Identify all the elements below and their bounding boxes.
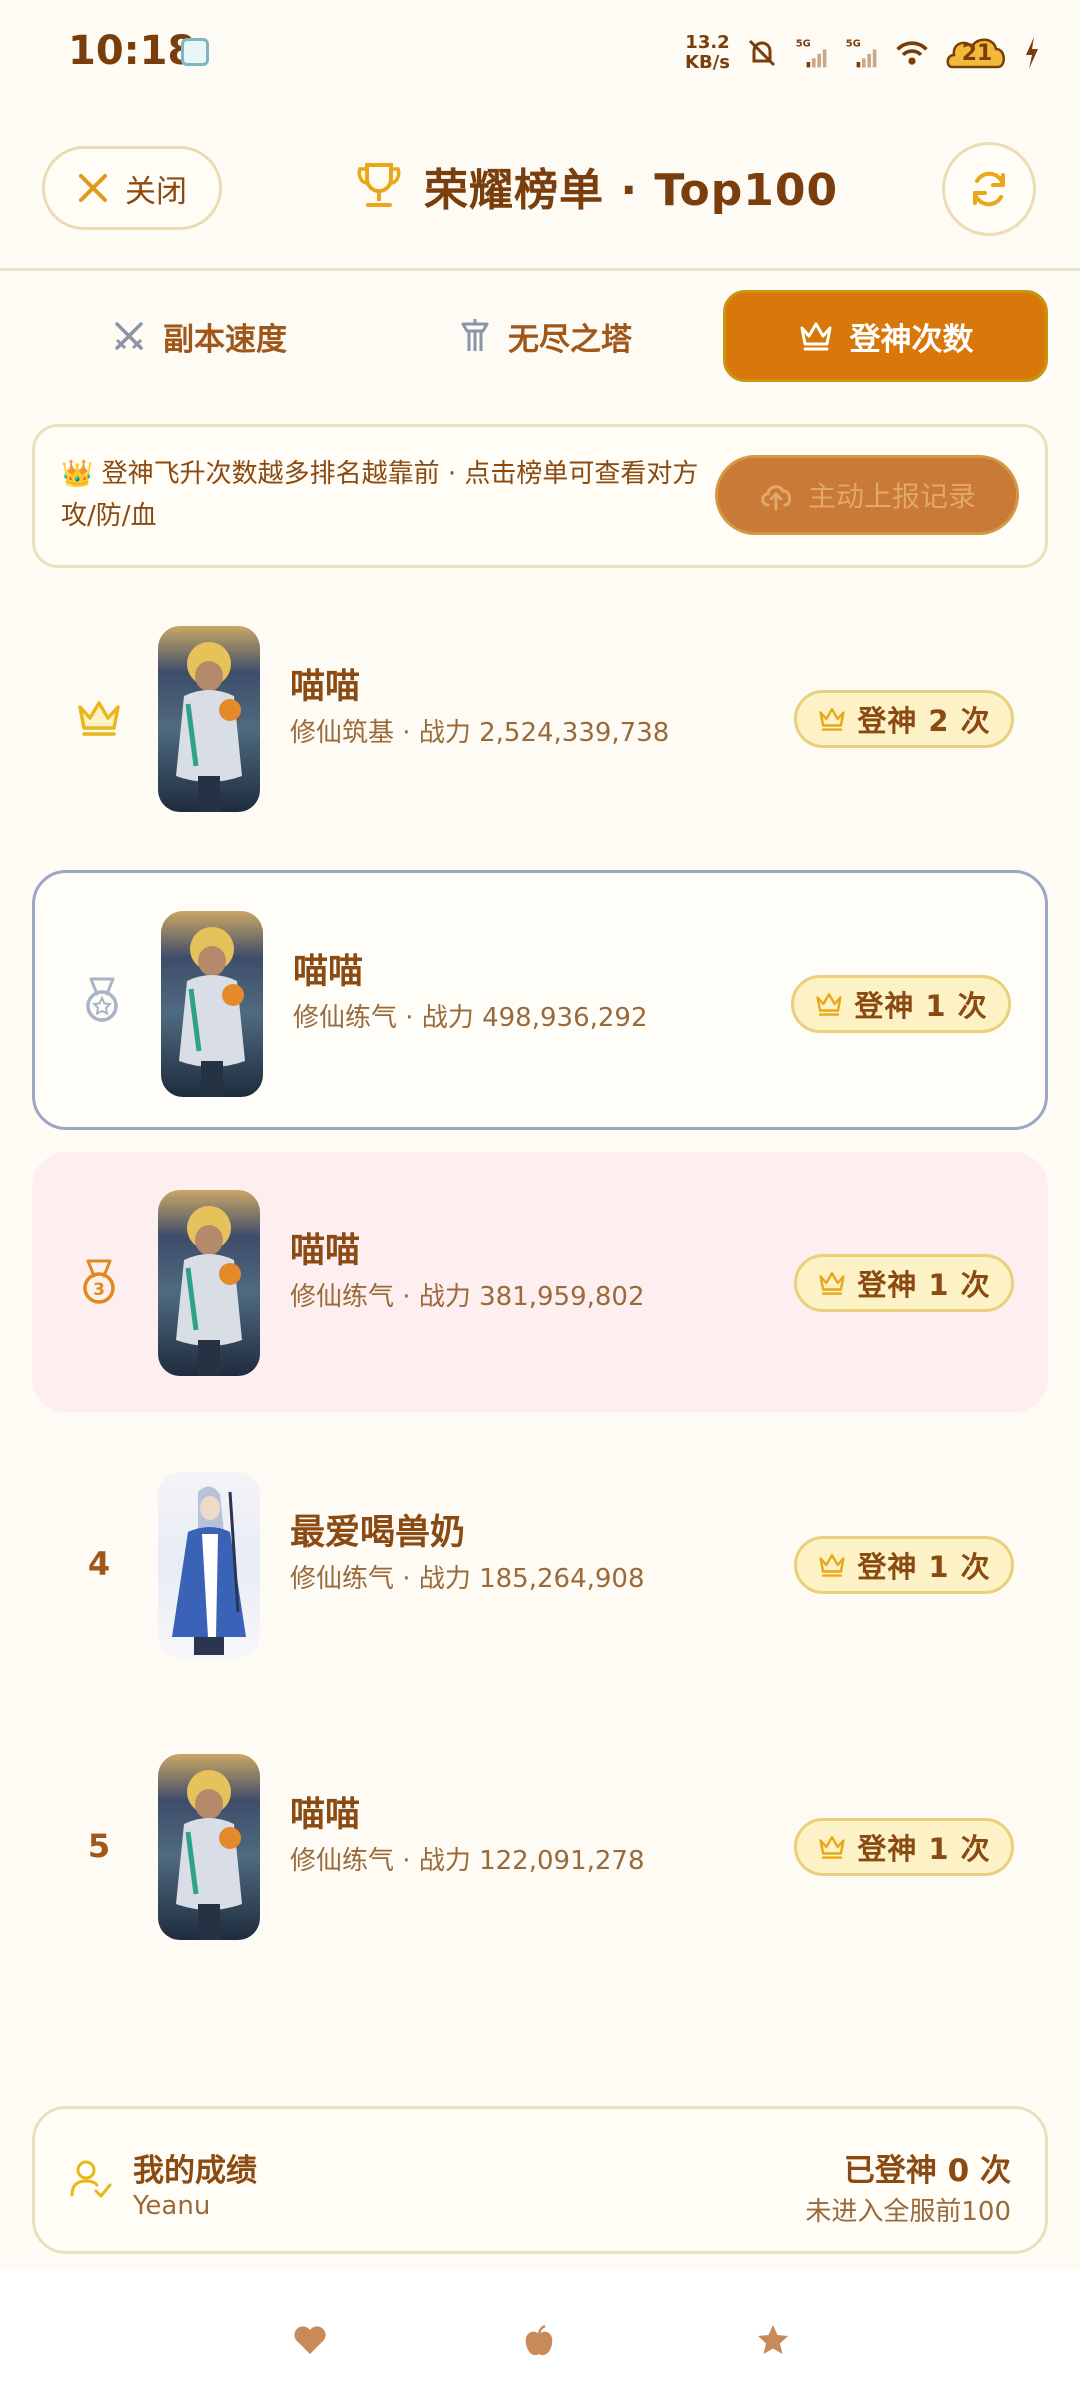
bronze-medal-icon: 3: [83, 1259, 115, 1304]
tab-dungeon-speed[interactable]: 副本速度: [34, 290, 364, 382]
avatar: [161, 911, 263, 1097]
signal-5g-icon: 5G: [796, 39, 827, 68]
apple-icon[interactable]: [522, 2324, 556, 2358]
ascension-badge: 登神 1 次: [794, 1536, 1014, 1594]
list-item[interactable]: 5 喵喵 修仙练气 · 战力 122,091,278 登神 1 次: [32, 1716, 1048, 1976]
battery-icon: 21: [944, 31, 1010, 75]
avatar: [158, 1754, 260, 1940]
player-stats: 修仙练气 · 战力 122,091,278: [290, 1846, 645, 1876]
tower-icon: [461, 319, 489, 351]
list-item[interactable]: 4 最爱喝兽奶 修仙练气 · 战力 185,264,908 登神 1 次: [32, 1434, 1048, 1694]
status-bar: 10:18 13.2 KB/s 5G 5G 21: [0, 0, 1080, 110]
tab-ascension-count[interactable]: 登神次数: [723, 290, 1048, 382]
info-text: 👑 登神飞升次数越多排名越靠前 · 点击榜单可查看对方攻/防/血: [61, 459, 699, 531]
rank-number: 4: [87, 1545, 111, 1583]
player-name: 最爱喝兽奶: [290, 1513, 466, 1553]
page-title: 荣耀榜单 · Top100: [424, 165, 839, 216]
list-item[interactable]: 喵喵 修仙筑基 · 战力 2,524,339,738 登神 2 次: [32, 588, 1048, 848]
rank-indicator: [61, 873, 143, 1127]
close-icon: [79, 174, 107, 202]
cloud-upload-icon: [761, 485, 792, 511]
crown-icon: [800, 322, 831, 351]
avatar: [158, 1190, 260, 1376]
rank-indicator: 4: [58, 1434, 140, 1694]
crown-icon: [819, 1272, 845, 1295]
rank-number: 5: [87, 1827, 111, 1865]
network-speed: 13.2 KB/s: [685, 32, 730, 73]
charging-icon: [1026, 37, 1038, 69]
svg-text:5G: 5G: [846, 39, 861, 50]
star-icon[interactable]: [756, 2324, 790, 2356]
silver-medal-icon: [86, 977, 118, 1022]
player-stats: 修仙练气 · 战力 381,959,802: [290, 1282, 645, 1312]
wifi-icon: [896, 41, 928, 65]
app-notification-icon: [181, 38, 209, 66]
tab-bar: 副本速度 无尽之塔 登神次数: [0, 290, 1080, 382]
ascension-badge: 登神 1 次: [794, 1254, 1014, 1312]
svg-text:3: 3: [93, 1280, 105, 1300]
player-name: 喵喵: [290, 667, 361, 707]
status-icons: 13.2 KB/s 5G 5G 21: [685, 28, 1040, 78]
player-stats: 修仙练气 · 战力 498,936,292: [293, 1003, 648, 1033]
my-username: Yeanu: [133, 2191, 211, 2221]
svg-text:5G: 5G: [796, 39, 811, 50]
tab-label: 副本速度: [163, 321, 287, 358]
header: 关闭 荣耀榜单 · Top100: [0, 140, 1080, 271]
title-group: 荣耀榜单 · Top100: [356, 154, 838, 218]
close-button[interactable]: 关闭: [42, 146, 222, 230]
list-item[interactable]: 3 喵喵 修仙练气 · 战力 381,959,802 登神 1 次: [32, 1152, 1048, 1412]
info-banner: 👑 登神飞升次数越多排名越靠前 · 点击榜单可查看对方攻/防/血 主动上报记录: [32, 424, 1048, 568]
tab-label: 登神次数: [849, 321, 974, 358]
tab-endless-tower[interactable]: 无尽之塔: [380, 290, 710, 382]
my-ascension-count: 已登神 0 次: [843, 2153, 1011, 2189]
ascension-badge: 登神 1 次: [791, 975, 1011, 1033]
user-check-icon: [70, 2160, 112, 2198]
my-rank-note: 未进入全服前100: [805, 2197, 1011, 2227]
status-time: 10:18: [68, 28, 196, 74]
signal-5g-icon-2: 5G: [846, 39, 877, 68]
player-stats: 修仙练气 · 战力 185,264,908: [290, 1564, 645, 1594]
ascension-badge: 登神 1 次: [794, 1818, 1014, 1876]
ascension-badge: 登神 2 次: [794, 690, 1014, 748]
my-record-card: 我的成绩 Yeanu 已登神 0 次 未进入全服前100: [32, 2106, 1048, 2254]
rank-indicator: [58, 588, 140, 848]
crown-icon: [78, 701, 120, 736]
tab-label: 无尽之塔: [508, 321, 632, 358]
crown-icon: [819, 708, 845, 731]
refresh-icon: [973, 171, 1005, 207]
player-stats: 修仙筑基 · 战力 2,524,339,738: [290, 718, 670, 748]
refresh-button[interactable]: [942, 142, 1036, 236]
avatar: [158, 626, 260, 812]
report-record-button[interactable]: 主动上报记录: [715, 455, 1019, 535]
player-name: 喵喵: [290, 1231, 361, 1271]
player-name: 喵喵: [290, 1795, 361, 1835]
bell-muted-icon: [748, 39, 776, 67]
rank-indicator: 3: [58, 1152, 140, 1412]
crown-icon: [819, 1836, 845, 1859]
list-item[interactable]: 喵喵 修仙练气 · 战力 498,936,292 登神 1 次: [32, 870, 1048, 1130]
bottom-bar: [0, 2270, 1080, 2401]
player-name: 喵喵: [293, 952, 364, 992]
rank-indicator: 5: [58, 1716, 140, 1976]
trophy-icon: [357, 163, 401, 207]
crown-icon: [816, 993, 842, 1016]
avatar: [158, 1472, 260, 1658]
my-record-title: 我的成绩: [133, 2153, 257, 2189]
heart-icon[interactable]: [292, 2324, 328, 2356]
report-record-label: 主动上报记录: [807, 480, 976, 513]
close-label: 关闭: [125, 173, 187, 210]
crown-icon: [819, 1554, 845, 1577]
swords-icon: [115, 322, 143, 350]
